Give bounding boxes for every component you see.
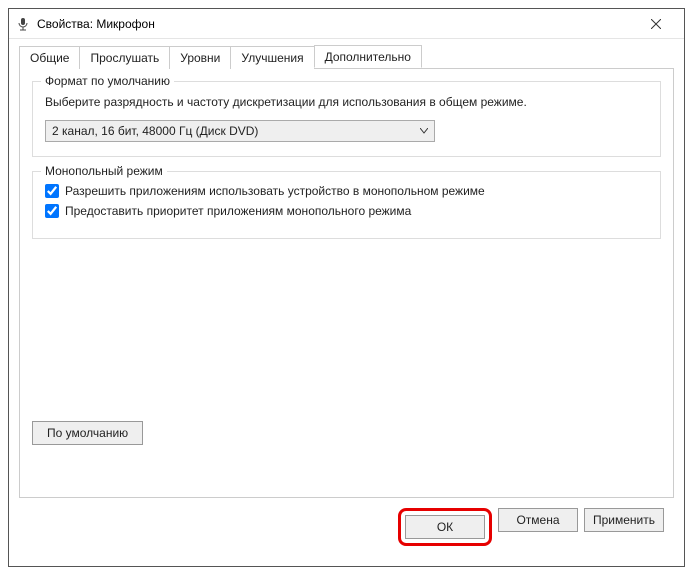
close-button[interactable] — [636, 10, 676, 38]
ok-button[interactable]: ОК — [405, 515, 485, 539]
exclusive-mode-legend: Монопольный режим — [41, 164, 167, 178]
ok-highlight: ОК — [398, 508, 492, 546]
priority-exclusive-checkbox[interactable] — [45, 204, 59, 218]
apply-button[interactable]: Применить — [584, 508, 664, 532]
default-format-legend: Формат по умолчанию — [41, 74, 174, 88]
restore-defaults-button[interactable]: По умолчанию — [32, 421, 143, 445]
window-title: Свойства: Микрофон — [37, 17, 636, 31]
properties-window: Свойства: Микрофон Общие Прослушать Уров… — [8, 8, 685, 567]
tab-strip: Общие Прослушать Уровни Улучшения Дополн… — [19, 45, 674, 69]
tab-general[interactable]: Общие — [19, 46, 80, 69]
exclusive-mode-group: Монопольный режим Разрешить приложениям … — [32, 171, 661, 239]
cancel-button[interactable]: Отмена — [498, 508, 578, 532]
chevron-down-icon — [420, 128, 428, 134]
allow-exclusive-checkbox[interactable] — [45, 184, 59, 198]
priority-exclusive-row[interactable]: Предоставить приоритет приложениям моноп… — [45, 204, 648, 218]
content-area: Общие Прослушать Уровни Улучшения Дополн… — [9, 39, 684, 566]
format-selected-value: 2 канал, 16 бит, 48000 Гц (Диск DVD) — [52, 124, 258, 138]
tab-enhancements[interactable]: Улучшения — [230, 46, 314, 69]
microphone-icon — [17, 17, 29, 31]
dialog-button-bar: ОК Отмена Применить — [19, 498, 674, 556]
allow-exclusive-row[interactable]: Разрешить приложениям использовать устро… — [45, 184, 648, 198]
default-format-description: Выберите разрядность и частоту дискретиз… — [45, 94, 648, 110]
titlebar: Свойства: Микрофон — [9, 9, 684, 39]
priority-exclusive-label: Предоставить приоритет приложениям моноп… — [65, 204, 411, 218]
allow-exclusive-label: Разрешить приложениям использовать устро… — [65, 184, 485, 198]
tab-listen[interactable]: Прослушать — [79, 46, 170, 69]
tab-levels[interactable]: Уровни — [169, 46, 231, 69]
tab-panel-advanced: Формат по умолчанию Выберите разрядность… — [19, 69, 674, 498]
default-format-group: Формат по умолчанию Выберите разрядность… — [32, 81, 661, 157]
format-combobox[interactable]: 2 канал, 16 бит, 48000 Гц (Диск DVD) — [45, 120, 435, 142]
tab-advanced[interactable]: Дополнительно — [314, 45, 422, 68]
